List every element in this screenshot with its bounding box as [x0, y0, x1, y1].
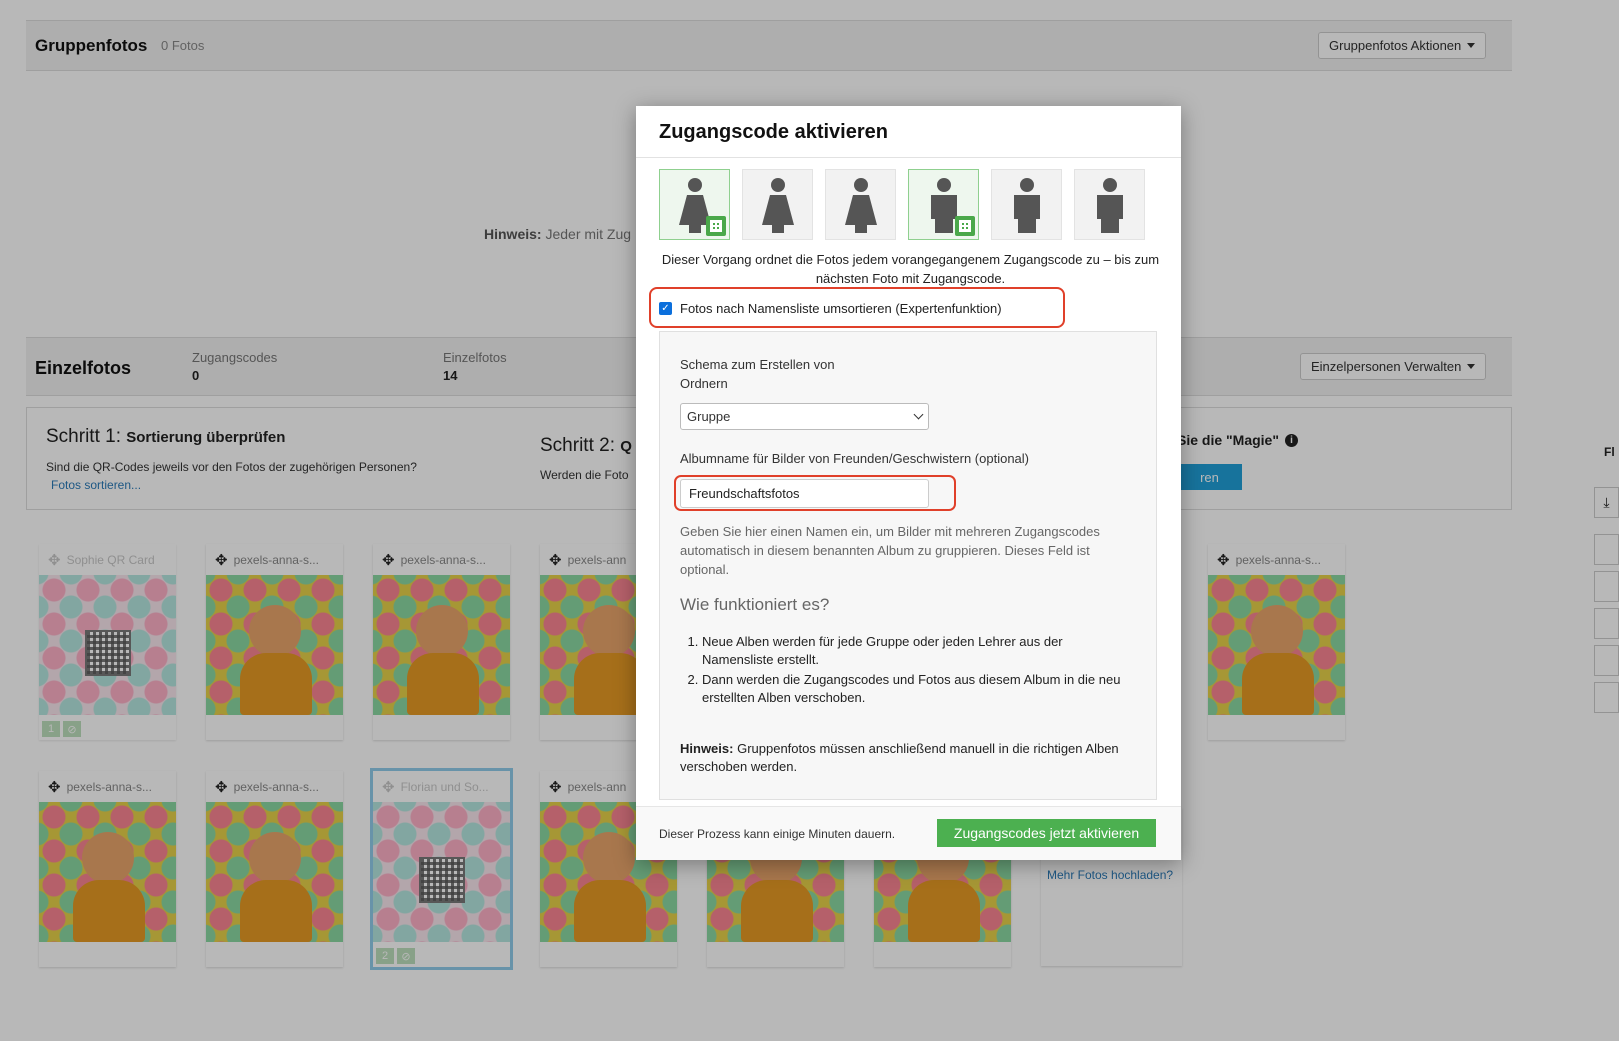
expert-options-panel: Schema zum Erstellen von Ordnern Gruppe … [659, 331, 1157, 800]
modal-divider [636, 157, 1181, 158]
hint-bold: Hinweis: [680, 741, 734, 756]
modal-title: Zugangscode aktivieren [659, 121, 888, 143]
male-person-icon [1013, 177, 1040, 233]
avatar-male [1074, 169, 1145, 240]
chevron-down-icon [913, 409, 924, 420]
list-item: Neue Alben werden für jede Gruppe oder j… [702, 633, 1125, 669]
modal-footer: Dieser Prozess kann einige Minuten dauer… [636, 806, 1181, 860]
female-person-icon [761, 177, 794, 233]
schema-label: Schema zum Erstellen von Ordnern [680, 357, 835, 391]
how-it-works-list: Neue Alben werden für jede Gruppe oder j… [680, 633, 1125, 709]
male-person-icon [1096, 177, 1123, 233]
group-photos-hint: Hinweis: Gruppenfotos müssen anschließen… [680, 740, 1130, 776]
qr-code-icon [706, 216, 726, 236]
list-item: Dann werden die Zugangscodes und Fotos a… [702, 671, 1125, 707]
album-name-label: Albumname für Bilder von Freunden/Geschw… [680, 451, 1030, 466]
avatar-female [825, 169, 896, 240]
schema-select[interactable]: Gruppe [680, 403, 929, 430]
modal-description: Dieser Vorgang ordnet die Fotos jedem vo… [661, 252, 1160, 286]
activate-codes-button[interactable]: Zugangscodes jetzt aktivieren [937, 819, 1156, 847]
schema-select-value: Gruppe [687, 409, 731, 424]
how-it-works-title: Wie funktioniert es? [680, 595, 830, 614]
female-person-icon [844, 177, 877, 233]
qr-code-icon [955, 216, 975, 236]
checkbox-highlight-frame [649, 287, 1065, 328]
hint-text: Gruppenfotos müssen anschließend manuell… [680, 741, 1119, 774]
album-help-text: Geben Sie hier einen Namen ein, um Bilde… [680, 524, 1100, 577]
avatar-male-qr [908, 169, 979, 240]
avatar-row [659, 169, 1145, 240]
avatar-male [991, 169, 1062, 240]
avatar-female-qr [659, 169, 730, 240]
album-input-highlight-frame [674, 475, 956, 511]
avatar-female [742, 169, 813, 240]
footer-text: Dieser Prozess kann einige Minuten dauer… [659, 827, 896, 841]
